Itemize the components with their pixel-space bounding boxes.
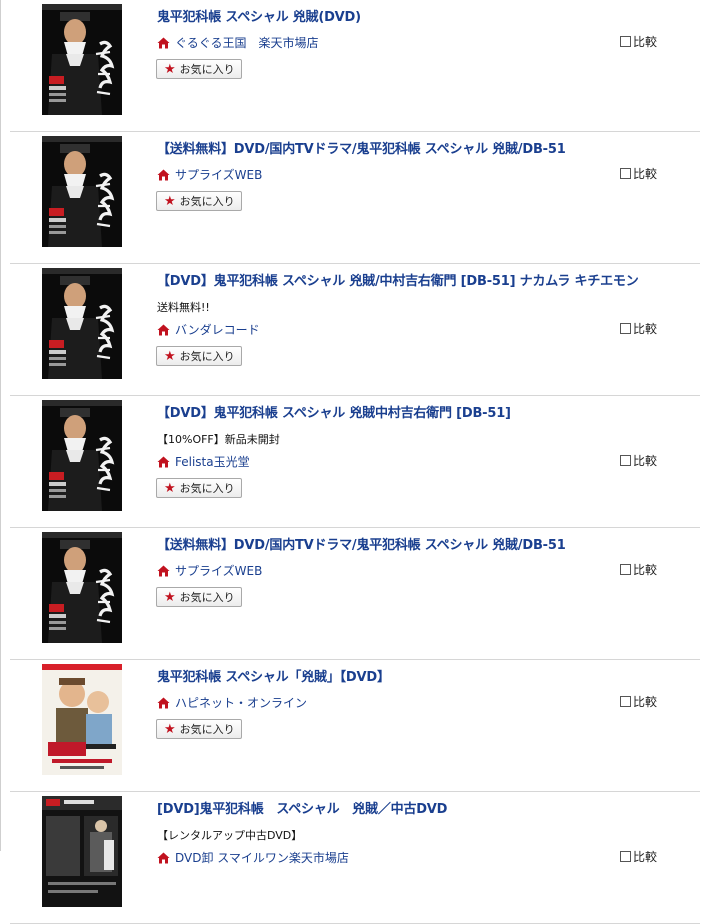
shop-icon: [157, 565, 170, 577]
product-title-link[interactable]: 【DVD】鬼平犯科帳 スペシャル 兇賊中村吉右衛門 [DB-51]: [157, 402, 511, 421]
checkbox-icon[interactable]: [620, 168, 631, 179]
shop-name: サプライズWEB: [175, 168, 263, 182]
favorite-button[interactable]: ★ お気に入り: [156, 59, 242, 79]
product-title-link[interactable]: 鬼平犯科帳 スペシャル「兇賊」【DVD】: [157, 666, 390, 685]
product-thumbnail[interactable]: [42, 4, 122, 115]
product-item: 鬼平犯科帳 スペシャル「兇賊」【DVD】ハピネット・オンライン ★ お気に入り 比較: [10, 660, 700, 792]
product-title-link[interactable]: 鬼平犯科帳 スペシャル 兇賊(DVD): [157, 6, 361, 25]
product-thumbnail[interactable]: [42, 268, 122, 379]
star-icon: ★: [164, 480, 176, 496]
favorite-button[interactable]: ★ お気に入り: [156, 191, 242, 211]
shop-name: サプライズWEB: [175, 564, 263, 578]
product-item: 【DVD】鬼平犯科帳 スペシャル 兇賊中村吉右衛門 [DB-51] 【10%OFF…: [10, 396, 700, 528]
compare-label: 比較: [633, 695, 658, 709]
star-icon: ★: [164, 348, 176, 364]
shop-icon: [157, 456, 170, 468]
star-icon: ★: [164, 61, 176, 77]
compare-checkbox[interactable]: 比較: [620, 33, 657, 50]
compare-label: 比較: [633, 35, 658, 49]
product-item: 【送料無料】DVD/国内TVドラマ/鬼平犯科帳 スペシャル 兇賊/DB-51 サプ…: [10, 132, 700, 264]
product-note: 【レンタルアップ中古DVD】: [157, 829, 303, 842]
shop-name: バンダレコード: [175, 323, 260, 337]
favorite-button[interactable]: ★ お気に入り: [156, 346, 242, 366]
shop-icon: [157, 697, 170, 709]
shop-link[interactable]: DVD卸 スマイルワン楽天市場店: [157, 849, 349, 866]
compare-checkbox[interactable]: 比較: [620, 165, 657, 182]
compare-checkbox[interactable]: 比較: [620, 561, 657, 578]
star-icon: ★: [164, 721, 176, 737]
compare-checkbox[interactable]: 比較: [620, 693, 657, 710]
checkbox-icon[interactable]: [620, 455, 631, 466]
compare-label: 比較: [633, 322, 658, 336]
favorite-button[interactable]: ★ お気に入り: [156, 587, 242, 607]
compare-label: 比較: [633, 563, 658, 577]
shop-link[interactable]: ぐるぐる王国 楽天市場店: [157, 34, 319, 51]
favorite-label: お気に入り: [179, 723, 235, 736]
shop-icon: [157, 169, 170, 181]
product-list: 鬼平犯科帳 スペシャル 兇賊(DVD) ぐるぐる王国 楽天市場店 ★ お気に入り 比較【…: [10, 0, 700, 924]
favorite-label: お気に入り: [179, 63, 235, 76]
shop-link[interactable]: バンダレコード: [157, 321, 260, 338]
shop-link[interactable]: ハピネット・オンライン: [157, 694, 307, 711]
checkbox-icon[interactable]: [620, 323, 631, 334]
star-icon: ★: [164, 193, 176, 209]
product-title-link[interactable]: 【DVD】鬼平犯科帳 スペシャル 兇賊/中村吉右衛門 [DB-51] ナカムラ …: [157, 270, 639, 289]
shop-link[interactable]: サプライズWEB: [157, 562, 262, 579]
product-thumbnail[interactable]: [42, 532, 122, 643]
shop-name: ぐるぐる王国 楽天市場店: [175, 36, 319, 50]
product-item: 【送料無料】DVD/国内TVドラマ/鬼平犯科帳 スペシャル 兇賊/DB-51 サプ…: [10, 528, 700, 660]
product-thumbnail[interactable]: [42, 136, 122, 247]
checkbox-icon[interactable]: [620, 36, 631, 47]
product-thumbnail[interactable]: [42, 796, 122, 907]
shop-icon: [157, 324, 170, 336]
product-title-link[interactable]: 【送料無料】DVD/国内TVドラマ/鬼平犯科帳 スペシャル 兇賊/DB-51: [157, 534, 566, 553]
favorite-label: お気に入り: [179, 591, 235, 604]
checkbox-icon[interactable]: [620, 696, 631, 707]
left-border: [0, 0, 1, 851]
product-title-link[interactable]: 【送料無料】DVD/国内TVドラマ/鬼平犯科帳 スペシャル 兇賊/DB-51: [157, 138, 566, 157]
product-note: 【10%OFF】新品未開封: [157, 433, 280, 446]
favorite-label: お気に入り: [179, 482, 235, 495]
shop-name: ハピネット・オンライン: [175, 696, 308, 710]
checkbox-icon[interactable]: [620, 564, 631, 575]
product-item: 【DVD】鬼平犯科帳 スペシャル 兇賊/中村吉右衛門 [DB-51] ナカムラ …: [10, 264, 700, 396]
product-note: 送料無料!!: [157, 301, 210, 314]
favorite-label: お気に入り: [179, 195, 235, 208]
product-thumbnail[interactable]: [42, 664, 122, 775]
star-icon: ★: [164, 589, 176, 605]
compare-label: 比較: [633, 167, 658, 181]
shop-link[interactable]: Felista玉光堂: [157, 453, 250, 470]
shop-icon: [157, 852, 170, 864]
checkbox-icon[interactable]: [620, 851, 631, 862]
compare-label: 比較: [633, 454, 658, 468]
compare-checkbox[interactable]: 比較: [620, 320, 657, 337]
shop-name: Felista玉光堂: [175, 455, 250, 469]
shop-link[interactable]: サプライズWEB: [157, 166, 262, 183]
shop-icon: [157, 37, 170, 49]
product-thumbnail[interactable]: [42, 400, 122, 511]
favorite-button[interactable]: ★ お気に入り: [156, 719, 242, 739]
compare-checkbox[interactable]: 比較: [620, 452, 657, 469]
product-item: 鬼平犯科帳 スペシャル 兇賊(DVD) ぐるぐる王国 楽天市場店 ★ お気に入り 比較: [10, 0, 700, 132]
favorite-label: お気に入り: [179, 350, 235, 363]
favorite-button[interactable]: ★ お気に入り: [156, 478, 242, 498]
product-title-link[interactable]: [DVD]鬼平犯科帳 スペシャル 兇賊／中古DVD: [157, 798, 447, 817]
shop-name: DVD卸 スマイルワン楽天市場店: [175, 851, 349, 865]
product-item: [DVD]鬼平犯科帳 スペシャル 兇賊／中古DVD 【レンタルアップ中古DVD】 D…: [10, 792, 700, 924]
